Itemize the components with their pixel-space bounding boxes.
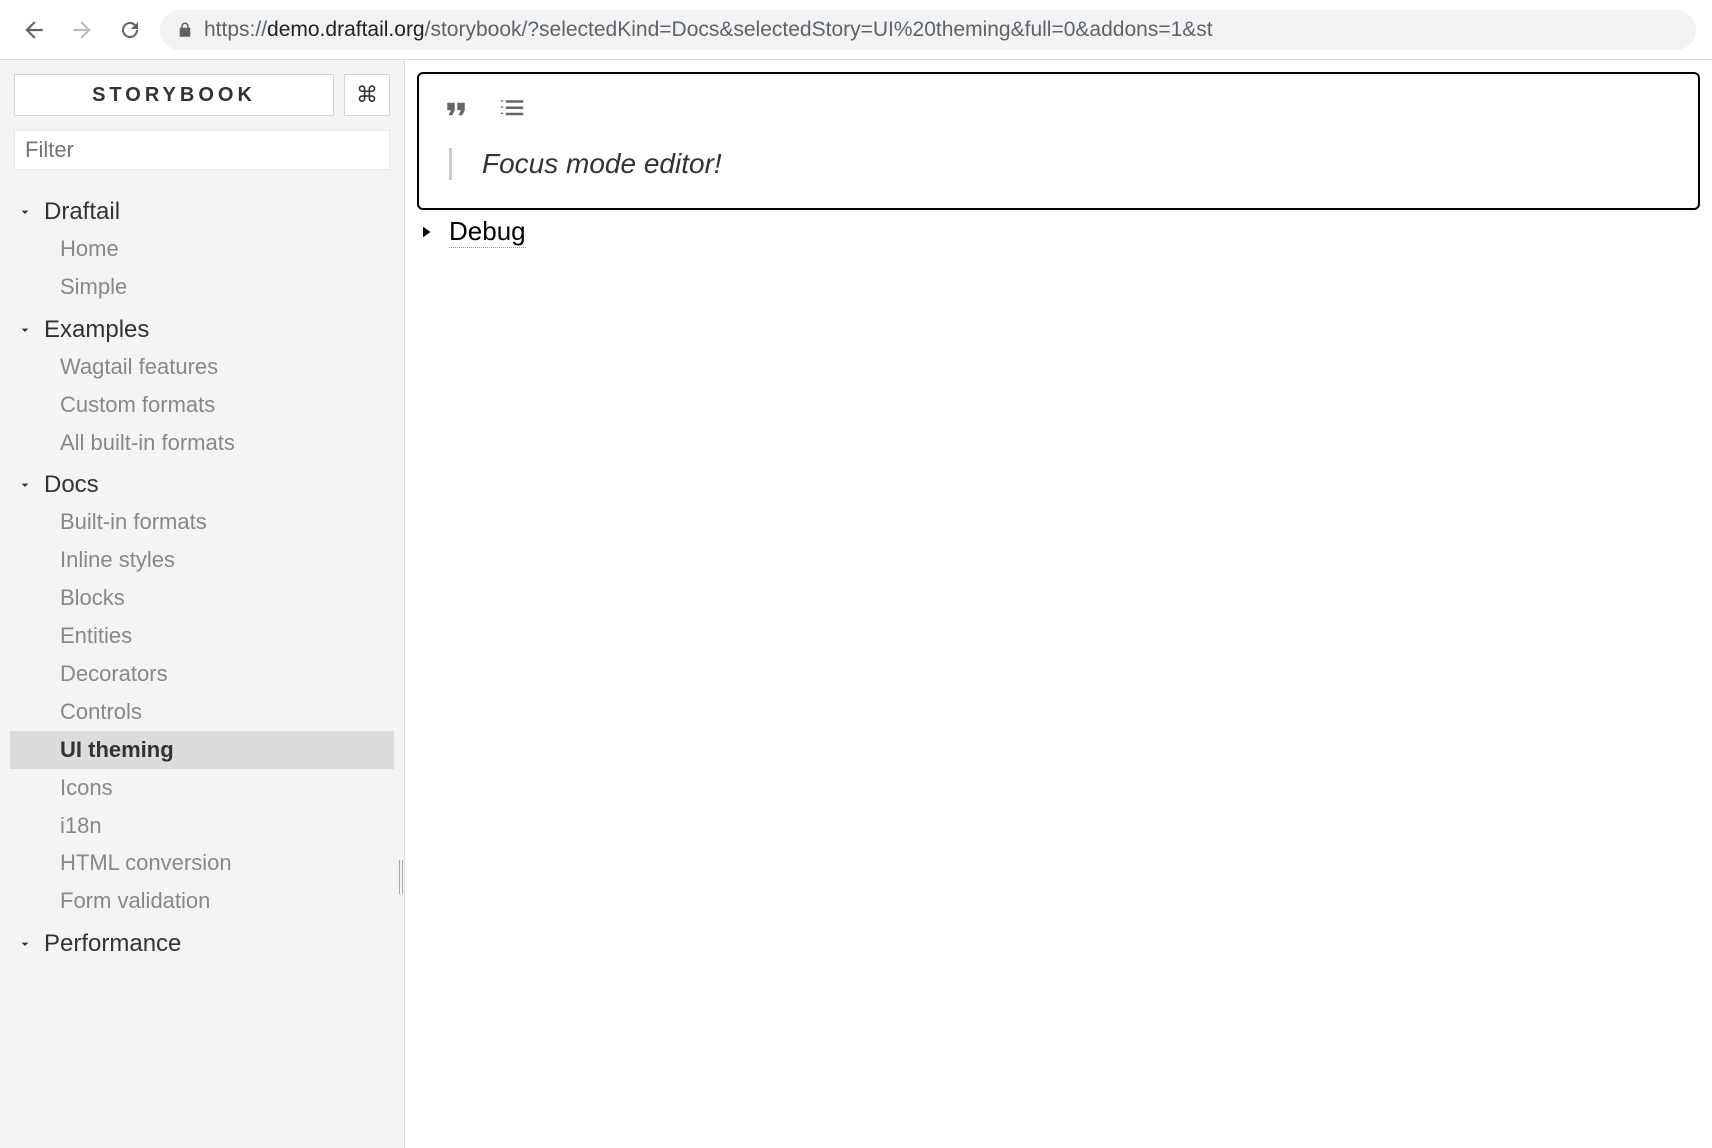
browser-back-button[interactable]	[16, 12, 52, 48]
section-examples[interactable]: Examples	[10, 312, 394, 348]
nav-item-inline-styles[interactable]: Inline styles	[10, 541, 394, 579]
ordered-list-button[interactable]	[495, 92, 529, 126]
storybook-title[interactable]: STORYBOOK	[14, 74, 334, 116]
address-bar[interactable]: https://demo.draftail.org/storybook/?sel…	[160, 10, 1696, 50]
quote-icon	[441, 94, 471, 124]
main-content: Focus mode editor! Debug	[405, 60, 1712, 1148]
nav-item-html-conversion[interactable]: HTML conversion	[10, 844, 394, 882]
section-performance[interactable]: Performance	[10, 926, 394, 962]
debug-label: Debug	[449, 216, 526, 248]
sidebar-header: STORYBOOK ⌘	[0, 74, 404, 130]
shortcuts-button[interactable]: ⌘	[344, 74, 390, 116]
editor-content[interactable]: Focus mode editor!	[435, 148, 1682, 180]
browser-chrome: https://demo.draftail.org/storybook/?sel…	[0, 0, 1712, 60]
section-label: Examples	[44, 316, 149, 344]
nav-item-i18n[interactable]: i18n	[10, 807, 394, 845]
section-docs[interactable]: Docs	[10, 467, 394, 503]
browser-reload-button[interactable]	[112, 12, 148, 48]
command-icon: ⌘	[356, 82, 378, 108]
nav-item-all-builtin-formats[interactable]: All built-in formats	[10, 424, 394, 462]
nav-item-custom-formats[interactable]: Custom formats	[10, 386, 394, 424]
ordered-list-icon	[497, 94, 527, 124]
nav-item-wagtail-features[interactable]: Wagtail features	[10, 348, 394, 386]
chevron-down-icon	[16, 321, 34, 339]
browser-forward-button	[64, 12, 100, 48]
section-label: Draftail	[44, 198, 120, 226]
blockquote-button[interactable]	[439, 92, 473, 126]
lock-icon	[176, 21, 194, 39]
nav-item-form-validation[interactable]: Form validation	[10, 882, 394, 920]
sidebar: STORYBOOK ⌘ Draftail Home Simple Example…	[0, 60, 405, 1148]
nav-item-blocks[interactable]: Blocks	[10, 579, 394, 617]
app-layout: STORYBOOK ⌘ Draftail Home Simple Example…	[0, 60, 1712, 1148]
debug-toggle[interactable]: Debug	[417, 216, 1700, 248]
nav-item-ui-theming[interactable]: UI theming	[10, 731, 394, 769]
chevron-down-icon	[16, 203, 34, 221]
editor-toolbar	[435, 92, 1682, 148]
nav-item-controls[interactable]: Controls	[10, 693, 394, 731]
caret-right-icon	[417, 223, 435, 241]
arrow-right-icon	[69, 17, 95, 43]
arrow-left-icon	[21, 17, 47, 43]
nav-item-decorators[interactable]: Decorators	[10, 655, 394, 693]
section-draftail[interactable]: Draftail	[10, 194, 394, 230]
section-label: Docs	[44, 471, 99, 499]
nav-item-simple[interactable]: Simple	[10, 268, 394, 306]
reload-icon	[118, 18, 142, 42]
chevron-down-icon	[16, 476, 34, 494]
nav-item-builtin-formats[interactable]: Built-in formats	[10, 503, 394, 541]
nav-tree: Draftail Home Simple Examples Wagtail fe…	[0, 184, 404, 982]
nav-item-home[interactable]: Home	[10, 230, 394, 268]
url-text: https://demo.draftail.org/storybook/?sel…	[204, 18, 1213, 42]
nav-item-entities[interactable]: Entities	[10, 617, 394, 655]
chevron-down-icon	[16, 935, 34, 953]
editor-container: Focus mode editor!	[417, 72, 1700, 210]
section-label: Performance	[44, 930, 181, 958]
nav-item-icons[interactable]: Icons	[10, 769, 394, 807]
filter-input[interactable]	[14, 130, 390, 170]
sidebar-resize-handle[interactable]	[397, 860, 405, 894]
blockquote-text: Focus mode editor!	[449, 148, 1682, 180]
